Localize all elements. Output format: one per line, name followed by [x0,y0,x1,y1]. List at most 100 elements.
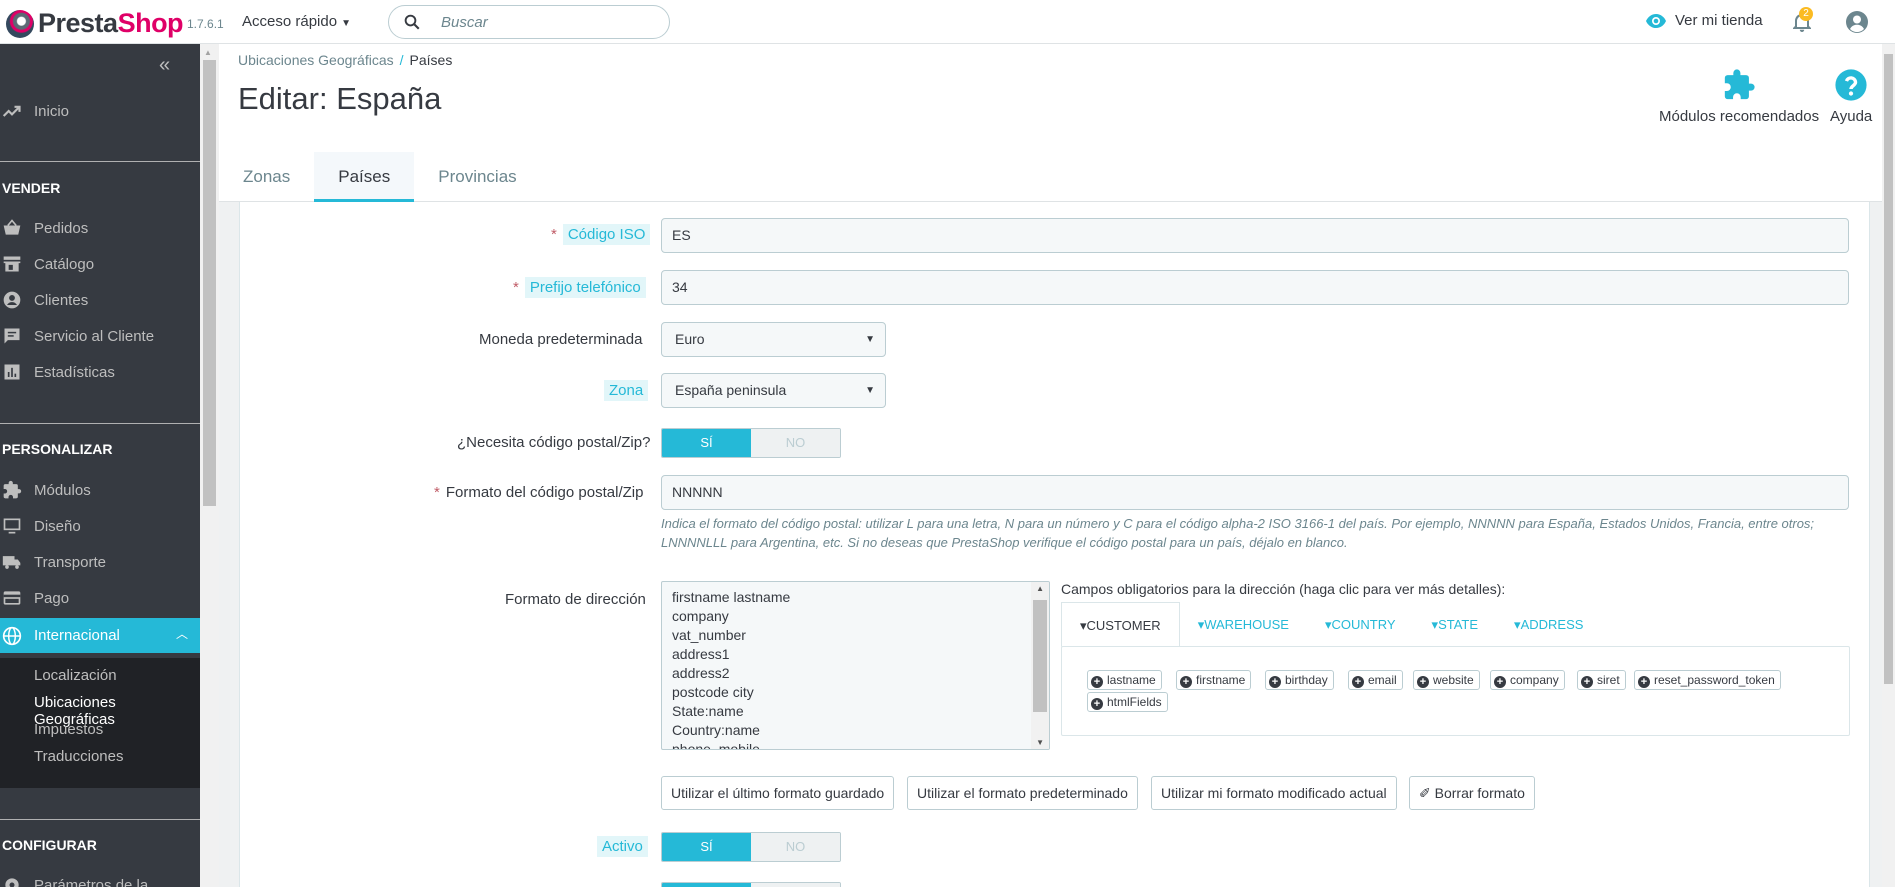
eye-icon [1646,13,1666,28]
logo-icon [6,9,34,38]
plus-icon: + [1091,676,1103,688]
use-default-format-button[interactable]: Utilizar el formato predeterminado [907,776,1138,810]
sidebar-item-catalogo[interactable]: Catálogo [0,249,200,279]
field-chip-reset-password-token[interactable]: + reset_password_token [1634,670,1781,690]
scroll-up-arrow-icon[interactable]: ▲ [204,48,212,57]
switch-no[interactable] [751,883,840,887]
monitor-icon [2,516,22,536]
scroll-down-arrow-icon[interactable]: ▼ [1036,738,1044,747]
section-vender: VENDER [2,180,61,196]
req-tab-address[interactable]: ▾ADDRESS [1496,602,1601,647]
currency-select[interactable]: Euro ▼ [661,322,886,357]
req-tab-country[interactable]: ▾COUNTRY [1307,602,1414,647]
iso-code-label: * Código ISO [551,224,651,245]
truck-icon [2,552,22,572]
submenu-item-traducciones[interactable]: Traducciones [34,748,124,765]
recommended-modules-label: Módulos recomendados [1659,108,1820,125]
plus-icon: + [1091,698,1103,710]
bar-chart-icon [2,362,22,382]
address-format-textarea[interactable]: firstname lastname company vat_number addre… [661,581,1050,750]
zone-value: España peninsula [675,382,787,398]
search-input[interactable]: Buscar [441,14,488,31]
sidebar-item-parametros[interactable]: Parámetros de la [0,870,200,887]
chevron-up-icon: ︿ [175,627,188,641]
need-zip-switch[interactable]: SÍ NO [661,428,841,458]
collapse-sidebar-icon[interactable]: « [159,54,170,77]
sidebar-item-label: Pedidos [34,219,89,237]
search-bar[interactable]: Buscar [388,5,670,39]
use-last-saved-format-button[interactable]: Utilizar el último formato guardado [661,776,895,810]
req-tab-warehouse[interactable]: ▾WAREHOUSE [1180,602,1307,647]
quick-access-dropdown[interactable]: Acceso rápido ▼ [242,13,351,30]
field-chip-siret[interactable]: + siret [1577,670,1626,690]
puzzle-icon [1724,69,1755,100]
field-chip-lastname[interactable]: + lastname [1087,670,1162,690]
top-header: PrestaShop 1.7.6.1 Acceso rápido ▼ Buscar… [0,0,1895,44]
field-chip-htmlfields[interactable]: + htmlFields [1087,692,1168,712]
caret-down-icon: ▼ [865,385,875,396]
tab-paises[interactable]: Países [314,152,415,202]
field-chip-firstname[interactable]: + firstname [1176,670,1252,690]
zone-select[interactable]: España peninsula ▼ [661,373,886,408]
field-chip-email[interactable]: + email [1348,670,1403,690]
switch-no[interactable]: NO [751,429,840,457]
prestashop-logo[interactable]: PrestaShop [6,8,184,39]
account-circle-icon [2,290,22,310]
page-scrollbar-thumb[interactable] [1884,54,1893,684]
sidebar-item-pago[interactable]: Pago [0,583,200,613]
scroll-up-arrow-icon[interactable]: ▲ [1036,584,1044,593]
sidebar-item-modulos[interactable]: Módulos [0,475,200,505]
eraser-icon: ✐ [1419,785,1435,801]
active-label: Activo [597,836,648,857]
breadcrumb-parent[interactable]: Ubicaciones Geográficas [238,52,394,68]
field-chip-website[interactable]: + website [1413,670,1480,690]
sidebar-item-internacional[interactable]: Internacional ︿ [0,618,200,653]
tab-provincias[interactable]: Provincias [414,152,540,202]
switch-yes[interactable]: SÍ [662,833,751,861]
sidebar-item-clientes[interactable]: Clientes [0,285,200,315]
help-button[interactable]: Ayuda [1830,68,1872,125]
puzzle-icon [2,480,22,500]
switch-yes[interactable]: SÍ [662,429,751,457]
field-chip-company[interactable]: + company [1490,670,1565,690]
address-format-line: firstname lastname [672,589,791,605]
clear-format-button[interactable]: ✐ Borrar formato [1409,776,1535,810]
sidebar-item-label: Inicio [34,102,70,120]
switch-no[interactable]: NO [751,833,840,861]
use-current-format-button[interactable]: Utilizar mi formato modificado actual [1151,776,1397,810]
sidebar-item-diseno[interactable]: Diseño [0,511,200,541]
user-avatar-icon[interactable] [1845,10,1869,34]
address-format-line: phone_mobile [672,741,760,750]
phone-prefix-label: * Prefijo telefónico [513,277,646,298]
sidebar-item-servicio[interactable]: Servicio al Cliente [0,321,200,351]
view-store-link[interactable]: Ver mi tienda [1645,12,1763,29]
zip-format-field[interactable]: NNNNN [661,475,1849,510]
active-switch[interactable]: SÍ NO [661,832,841,862]
sidebar-item-pedidos[interactable]: Pedidos [0,213,200,243]
tab-zonas[interactable]: Zonas [219,152,314,202]
submenu-item-impuestos[interactable]: Impuestos [34,721,103,738]
address-format-line: State:name [672,703,744,719]
sidebar-item-label: Transporte [34,553,106,571]
sidebar-scrollbar-thumb[interactable] [203,60,216,506]
req-tab-customer[interactable]: ▾CUSTOMER [1061,602,1180,647]
sidebar-item-label: Clientes [34,291,89,309]
sidebar-item-transporte[interactable]: Transporte [0,547,200,577]
globe-icon [2,626,22,646]
address-format-lines: firstname lastname company vat_number addre… [672,588,791,750]
req-tab-state[interactable]: ▾STATE [1414,602,1497,647]
recommended-modules-button[interactable]: Módulos recomendados [1659,68,1819,125]
switch-yes[interactable] [662,883,751,887]
sidebar-item-inicio[interactable]: Inicio [0,96,200,126]
textarea-scrollbar-thumb[interactable] [1033,600,1047,712]
plus-icon: + [1638,676,1650,688]
submenu-item-localizacion[interactable]: Localización [34,667,117,684]
next-switch[interactable] [661,882,841,887]
iso-code-field[interactable]: ES [661,218,1849,253]
sidebar-item-label: Estadísticas [34,363,115,381]
phone-prefix-field[interactable]: 34 [661,270,1849,305]
sidebar-item-estadisticas[interactable]: Estadísticas [0,357,200,387]
address-format-line: postcode city [672,684,754,700]
address-format-line: vat_number [672,627,746,643]
field-chip-birthday[interactable]: + birthday [1265,670,1334,690]
